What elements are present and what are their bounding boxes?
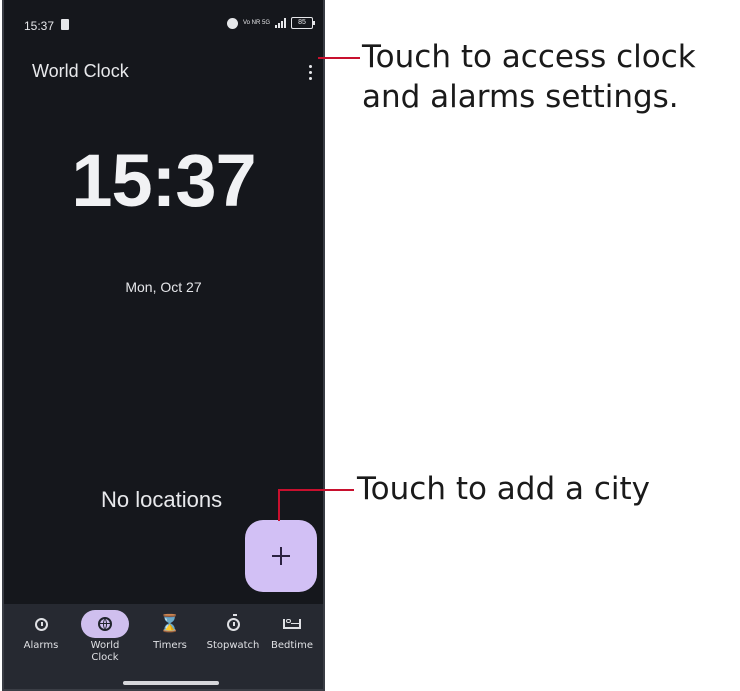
settings-callout-line [318,57,360,59]
bottom-navigation: Alarms World Clock ⌛ Timers Stopwatch Be… [4,604,323,689]
status-time: 15:37 [24,19,55,33]
nav-timers[interactable]: ⌛ Timers [139,610,201,652]
plus-icon [272,547,290,565]
active-indicator [81,610,129,638]
nav-alarms[interactable]: Alarms [10,610,72,652]
nfc-icon [226,17,238,29]
status-indicators: Vo NR 5G 85 [226,17,315,29]
phone-screen: 15:37 Vo NR 5G 85 World Clock 15:37 Mon,… [2,0,325,691]
add-city-button[interactable] [245,520,317,592]
nav-stopwatch[interactable]: Stopwatch [202,610,264,652]
current-date: Mon, Oct 27 [125,279,202,295]
more-options-button[interactable] [302,60,318,84]
more-vert-icon [308,64,312,68]
network-type: Vo NR 5G [242,20,270,26]
battery-icon: 85 [291,17,315,29]
nav-label: Alarms [23,640,59,651]
nav-label: Bedtime [271,640,313,651]
hourglass-icon: ⌛ [159,613,181,634]
signal-icon [275,18,286,28]
nav-label: World Clock [90,640,120,663]
nav-label: Stopwatch [206,640,260,651]
globe-icon [98,617,112,631]
alarm-icon [34,617,48,631]
gesture-bar[interactable] [123,681,219,685]
current-time: 15:37 [71,139,256,222]
nav-label: Timers [153,640,187,651]
add-city-callout-text: Touch to add a city [357,471,651,507]
add-city-callout-line [278,489,354,491]
app-title: World Clock [32,61,129,81]
status-bar: 15:37 Vo NR 5G 85 [4,0,323,40]
stopwatch-icon [226,613,240,631]
nav-bedtime[interactable]: Bedtime [261,610,323,652]
sim-card-icon [61,19,69,30]
empty-state-text: No locations [101,487,223,512]
bed-icon [283,619,301,629]
add-city-callout-line-vertical [278,489,280,521]
settings-callout-text: Touch to access clock and alarms setting… [362,39,696,115]
nav-world-clock[interactable]: World Clock [74,610,136,664]
